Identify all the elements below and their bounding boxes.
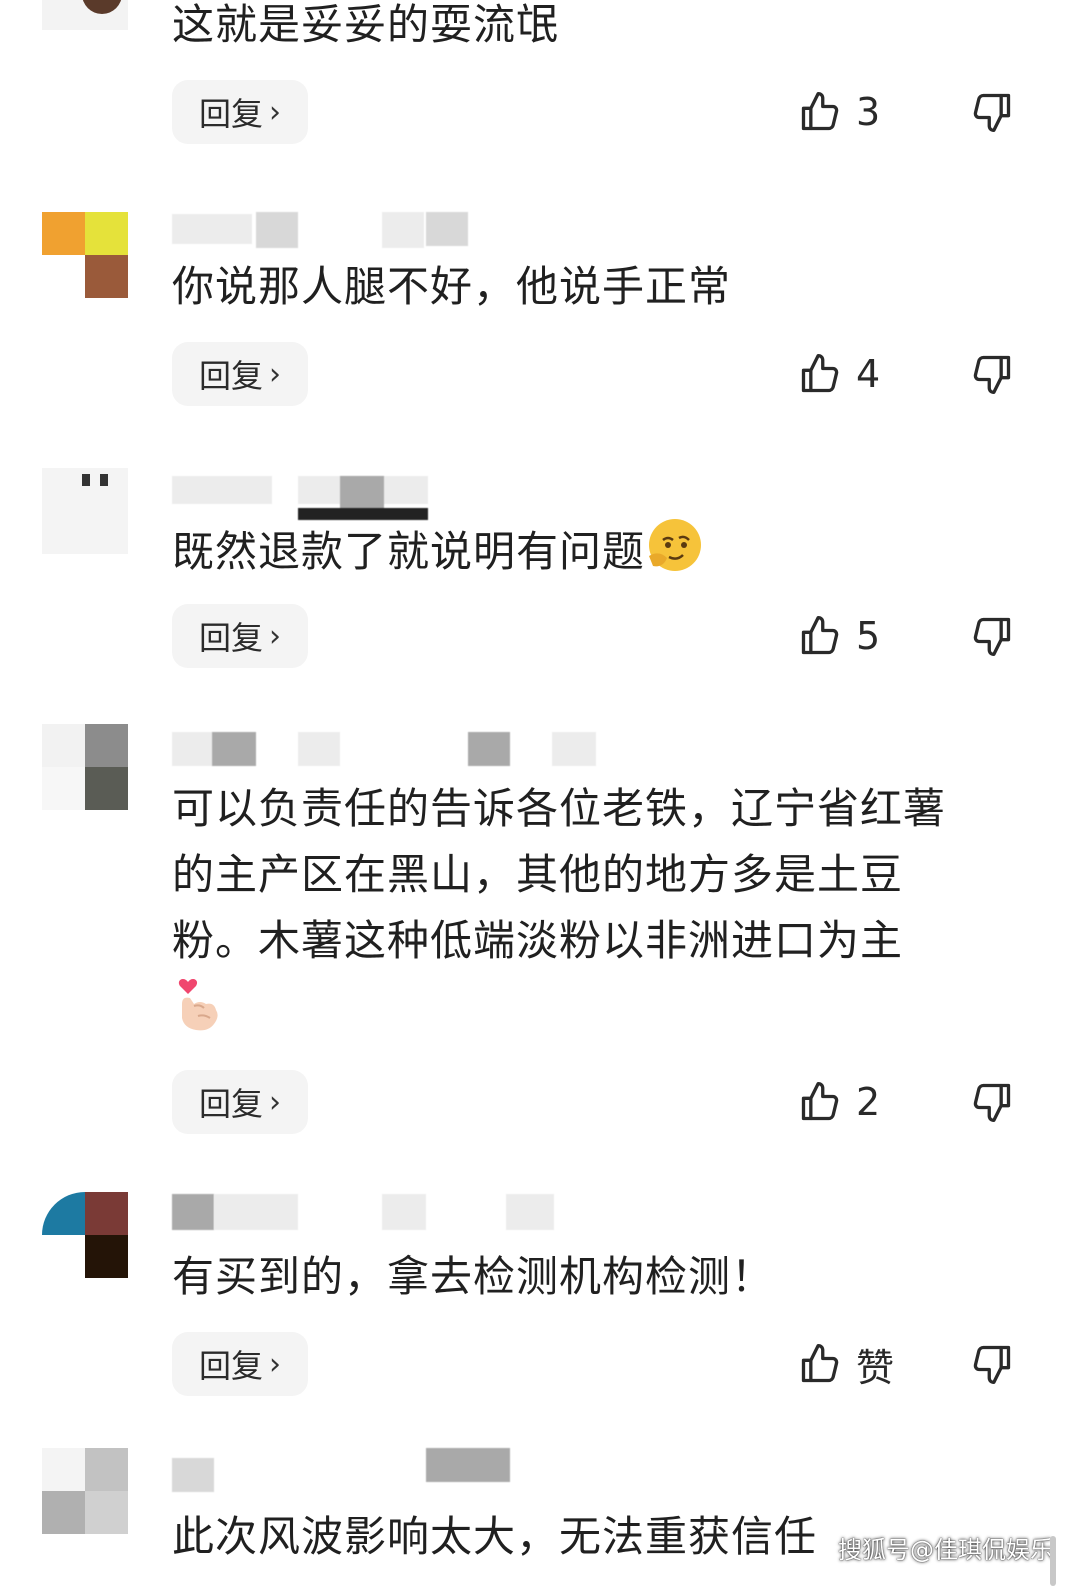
finger-heart-emoji [172,974,230,1053]
reply-button[interactable]: 回复 › [172,80,308,144]
chevron-right-icon: › [269,1346,281,1382]
like-count: 2 [856,1080,881,1124]
dislike-button[interactable] [968,1332,1016,1396]
like-button[interactable]: 5 [798,604,880,668]
user-meta-blurred [172,470,632,520]
chevron-right-icon: › [269,618,281,654]
avatar[interactable] [42,468,128,554]
comment-line: 的主产区在黑山，其他的地方多是土豆 [172,850,904,899]
dislike-button[interactable] [968,342,1016,406]
thumbs-down-icon [973,93,1011,132]
thumbs-down-icon [973,1083,1011,1122]
avatar[interactable] [42,1192,128,1278]
dislike-button[interactable] [968,1070,1016,1134]
like-count: 5 [856,614,881,658]
thumbs-down-icon [973,355,1011,394]
reply-label: 回复 [198,1347,263,1385]
thumbs-up-icon [801,92,839,131]
like-count: 4 [856,352,881,396]
avatar[interactable] [42,212,128,298]
user-meta-blurred [172,210,632,250]
user-meta-blurred [172,728,632,768]
chevron-right-icon: › [269,94,281,130]
reply-button[interactable]: 回复 › [172,604,308,668]
like-button[interactable]: 3 [798,80,880,144]
thumbs-up-icon [801,1082,839,1121]
reply-button[interactable]: 回复 › [172,1070,308,1134]
reply-label: 回复 [198,95,263,133]
chevron-right-icon: › [269,356,281,392]
dislike-button[interactable] [968,604,1016,668]
chevron-right-icon: › [269,1084,281,1120]
comment-line: 可以负责任的告诉各位老铁，辽宁省红薯 [172,784,947,833]
like-button[interactable]: 2 [798,1070,880,1134]
reply-label: 回复 [198,357,263,395]
thumbs-down-icon [973,1345,1011,1384]
comment-text: 可以负责任的告诉各位老铁，辽宁省红薯 的主产区在黑山，其他的地方多是土豆 粉。木… [172,776,1032,1053]
thumbs-up-icon [801,1344,839,1383]
like-count: 赞 [856,1345,895,1390]
reply-button[interactable]: 回复 › [172,1332,308,1396]
avatar[interactable] [42,0,128,30]
reply-label: 回复 [198,619,263,657]
like-button[interactable]: 赞 [798,1332,894,1396]
user-meta-blurred [172,1448,632,1492]
comment-text: 你说那人腿不好，他说手正常 [172,262,732,311]
comment-text: 既然退款了就说明有问题 [172,516,1032,593]
thumbs-down-icon [973,617,1011,656]
user-meta-blurred [172,1194,632,1234]
watermark: 搜狐号@佳琪侃娱乐 [838,1536,1054,1564]
thinking-face-emoji [645,516,703,593]
like-button[interactable]: 4 [798,342,880,406]
reply-label: 回复 [198,1085,263,1123]
comment-text: 有买到的，拿去检测机构检测！ [172,1252,775,1301]
thumbs-up-icon [801,354,839,393]
avatar[interactable] [42,724,128,810]
dislike-button[interactable] [968,80,1016,144]
reply-button[interactable]: 回复 › [172,342,308,406]
avatar[interactable] [42,1448,128,1534]
scrollbar[interactable] [1050,1536,1056,1586]
like-count: 3 [856,90,881,134]
comment-text-content: 既然退款了就说明有问题 [172,527,646,576]
comment-line: 粉。木薯这种低端淡粉以非洲进口为主 [172,916,904,965]
thumbs-up-icon [801,616,839,655]
comment-text: 这就是妥妥的耍流氓 [172,0,560,49]
